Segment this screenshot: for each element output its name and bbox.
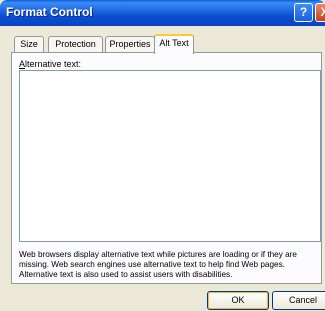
cancel-button[interactable]: Cancel	[272, 291, 325, 310]
dialog-title: Format Control	[6, 5, 93, 19]
close-button[interactable]: X	[315, 3, 325, 22]
tab-alt-text[interactable]: Alt Text	[154, 34, 194, 54]
alt-text-description: Web browsers display alternative text wh…	[19, 250, 297, 279]
label-text: lternative text:	[25, 59, 82, 69]
tab-properties[interactable]: Properties	[105, 36, 155, 52]
format-control-dialog: Format Control ? X Size Protection Prope…	[0, 0, 325, 311]
help-button[interactable]: ?	[294, 3, 313, 22]
ok-button[interactable]: OK	[207, 291, 269, 310]
title-bar[interactable]: Format Control ? X	[0, 0, 325, 26]
alternative-text-label: Alternative text:	[19, 59, 81, 69]
tab-size[interactable]: Size	[14, 36, 44, 52]
tab-protection[interactable]: Protection	[48, 36, 103, 52]
alternative-text-input[interactable]	[19, 70, 321, 242]
